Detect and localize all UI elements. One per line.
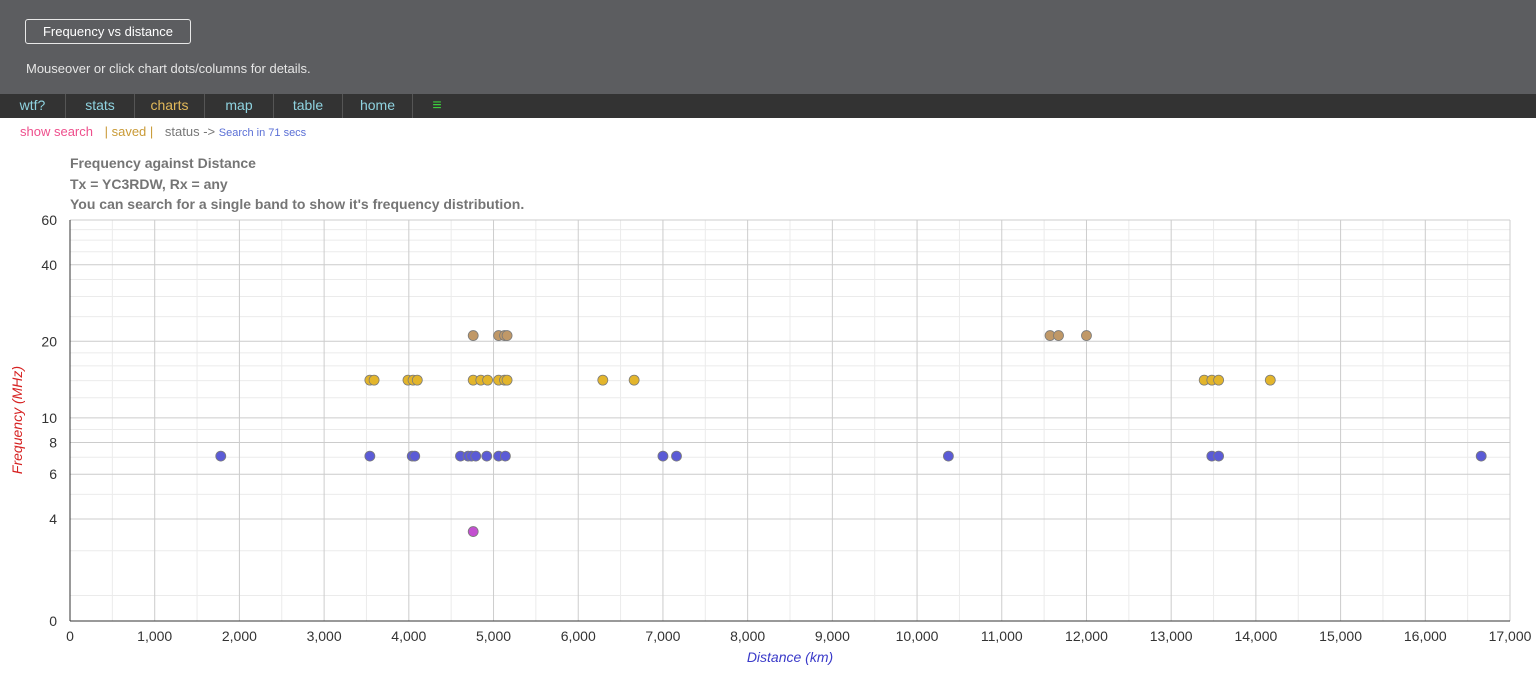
x-tick-label: 4,000 [391,628,426,644]
data-point[interactable] [482,374,494,386]
y-tick-label: 20 [41,333,57,349]
y-tick-label: 10 [41,410,57,426]
y-tick-label: 8 [49,434,57,450]
frequency-distance-chart: 0 4 6 8 10 20 40 60 0 1,000 2,000 3,000 4,000 5,000 6… [9,212,1532,665]
data-point[interactable] [1264,374,1276,386]
x-tick-label: 5,000 [476,628,511,644]
data-point[interactable] [215,450,227,462]
y-axis-title: Frequency (MHz) [9,366,25,474]
data-point[interactable] [1213,450,1225,462]
data-point[interactable] [1475,450,1487,462]
x-axis-title: Distance (km) [747,649,833,665]
data-point[interactable] [409,450,421,462]
data-point[interactable] [597,374,609,386]
data-point[interactable] [470,450,482,462]
minor-gridlines [70,220,1510,621]
y-tick-label: 0 [49,613,57,629]
data-points [215,330,1487,537]
x-tick-label: 12,000 [1065,628,1108,644]
data-point[interactable] [671,450,682,462]
y-tick-labels: 0 4 6 8 10 20 40 60 [41,212,57,629]
data-point[interactable] [467,330,479,341]
x-tick-label: 2,000 [222,628,257,644]
data-point[interactable] [1053,330,1064,341]
y-tick-label: 4 [49,511,57,527]
x-tick-label: 13,000 [1150,628,1193,644]
x-tick-label: 9,000 [815,628,850,644]
data-point[interactable] [499,450,511,462]
x-tick-label: 17,000 [1489,628,1532,644]
x-tick-label: 3,000 [307,628,342,644]
y-tick-label: 40 [41,257,57,273]
y-tick-label: 60 [41,212,57,228]
data-point[interactable] [1213,374,1225,386]
data-point[interactable] [943,450,954,462]
x-tick-label: 8,000 [730,628,765,644]
x-tick-label: 16,000 [1404,628,1447,644]
y-tick-label: 6 [49,466,57,482]
x-tick-label: 7,000 [645,628,680,644]
x-tick-label: 1,000 [137,628,172,644]
x-tick-label: 15,000 [1319,628,1362,644]
x-tick-label: 6,000 [561,628,596,644]
x-tick-label: 14,000 [1234,628,1277,644]
data-point[interactable] [501,374,513,386]
data-point[interactable] [481,450,493,462]
x-tick-label: 10,000 [896,628,939,644]
data-point[interactable] [628,374,640,386]
data-point[interactable] [657,450,669,462]
data-point[interactable] [1081,330,1092,341]
x-tick-label: 11,000 [981,628,1023,644]
data-point[interactable] [501,330,513,341]
x-tick-label: 0 [66,628,74,644]
data-point[interactable] [364,450,376,462]
data-point[interactable] [467,526,479,537]
data-point[interactable] [411,374,423,386]
x-tick-labels: 0 1,000 2,000 3,000 4,000 5,000 6,000 7,000 8,00… [66,628,1532,644]
data-point[interactable] [368,374,380,386]
